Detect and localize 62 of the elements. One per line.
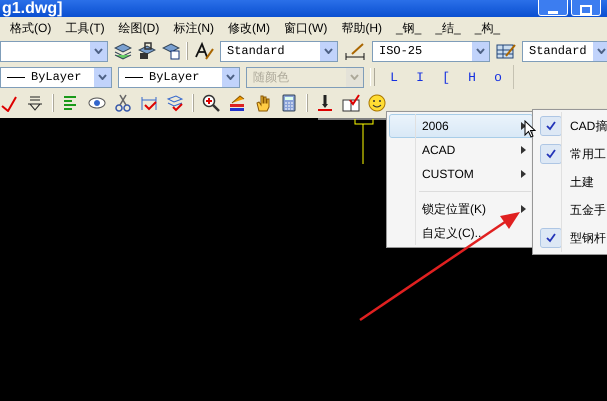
check-icon (546, 149, 556, 159)
linetype-dropdown[interactable]: ByLayer (118, 66, 240, 88)
shape-tool-button[interactable]: H (465, 70, 479, 84)
color-dropdown[interactable]: ByLayer (0, 66, 112, 88)
hand-icon[interactable] (254, 94, 272, 112)
checkbox[interactable] (540, 116, 562, 136)
menu-item[interactable]: CAD摘 (535, 112, 605, 140)
menu-item[interactable]: 五金手 (535, 196, 605, 224)
dimension-style-dropdown[interactable]: ISO-25 (372, 40, 490, 62)
menu-bar-item[interactable]: 窗口(W) (284, 20, 328, 36)
submenu-arrow-icon (521, 170, 526, 178)
maximize-button[interactable] (571, 0, 601, 16)
layer-copy-icon[interactable] (162, 42, 180, 60)
shape-tool-button[interactable]: o (491, 70, 505, 84)
smiley-icon[interactable] (368, 94, 386, 112)
menu-bar-item[interactable]: _构_ (474, 20, 500, 36)
dimension-style-icon[interactable] (344, 42, 366, 60)
menu-bar-item[interactable]: 帮助(H) (341, 20, 382, 36)
calculator-icon[interactable] (280, 94, 298, 112)
layer-check-icon[interactable] (166, 94, 184, 112)
text-style-icon[interactable] (194, 41, 214, 61)
submenu-item[interactable]: ACAD (389, 138, 533, 162)
menu-item[interactable]: 常用工 (535, 140, 605, 168)
check-icon (546, 121, 556, 131)
menu-bar-item[interactable]: 修改(M) (228, 20, 270, 36)
window-title: g1.dwg] (2, 0, 62, 17)
check-icon (546, 233, 556, 243)
layer-dropdown[interactable] (0, 40, 108, 62)
check-icon[interactable] (0, 94, 18, 112)
submenu-item[interactable]: CUSTOM (389, 162, 533, 186)
shape-tool-button[interactable]: [ (439, 70, 453, 84)
scissors-icon[interactable] (114, 94, 132, 112)
submenu-item[interactable]: 锁定位置(K) (389, 197, 533, 221)
menu-item[interactable]: 自定义(C)... (389, 221, 533, 245)
table-style-dropdown[interactable]: Standard (522, 40, 607, 62)
menu-bar-item[interactable]: 工具(T) (65, 20, 105, 36)
shape-tool-button[interactable]: L (387, 70, 401, 84)
menu-item[interactable]: 型钢杆 (535, 224, 605, 252)
menu-bar-item[interactable]: 标注(N) (173, 20, 214, 36)
elevation-icon[interactable] (26, 94, 44, 112)
menu-bar-item[interactable]: _钢_ (396, 20, 422, 36)
submenu-arrow-icon (521, 146, 526, 154)
text-style-dropdown[interactable]: Standard (220, 40, 338, 62)
dimension-check-icon[interactable] (140, 94, 158, 112)
submenu-item[interactable]: 2006 (389, 114, 533, 138)
paint-icon[interactable] (228, 94, 246, 112)
maximize-icon (580, 5, 592, 15)
book-check-icon[interactable] (342, 94, 360, 112)
menu-item[interactable]: 土建 (535, 168, 605, 196)
layers-icon[interactable] (114, 42, 132, 60)
minimize-button[interactable] (538, 0, 568, 16)
submenu-arrow-icon (521, 122, 526, 130)
submenu-arrow-icon (521, 205, 526, 213)
checkbox[interactable] (540, 228, 562, 248)
zoom-in-icon[interactable] (202, 94, 220, 112)
minimize-icon (548, 11, 558, 15)
menu-bar-item[interactable]: 格式(O) (10, 20, 52, 36)
shape-tool-button[interactable]: I (413, 70, 427, 84)
menu-bar-item[interactable]: 绘图(D) (118, 20, 160, 36)
table-style-icon[interactable] (496, 42, 516, 60)
checkbox[interactable] (540, 144, 562, 164)
menu-bar-item[interactable]: _结_ (435, 20, 461, 36)
